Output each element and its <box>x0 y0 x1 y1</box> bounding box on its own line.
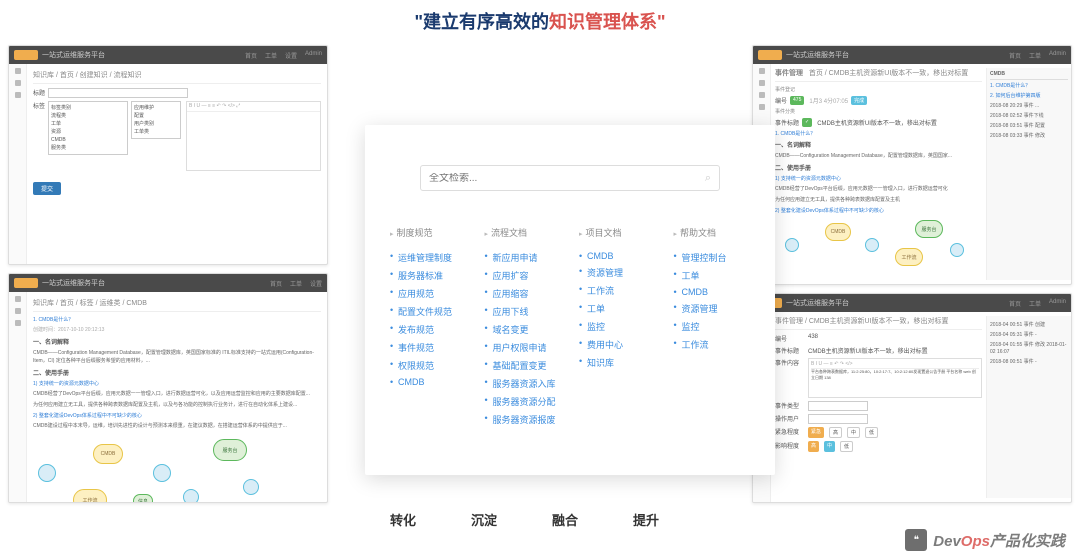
doc-link[interactable]: 服务器标准 <box>398 269 467 282</box>
side-panel: 2018-04 00:51 事件 创建 2018-04 05:31 事件 - 2… <box>986 316 1071 498</box>
doc-link[interactable]: 监控 <box>682 320 751 333</box>
doc-link[interactable]: 工作流 <box>682 338 751 351</box>
doc-link[interactable]: 工单 <box>682 269 751 282</box>
doc-link[interactable]: 新应用申请 <box>493 251 562 264</box>
watermark: ❝ DevOps产品化实践 <box>905 529 1065 551</box>
title-input[interactable] <box>48 88 188 98</box>
doc-link[interactable]: 应用缩容 <box>493 287 562 300</box>
doc-link[interactable]: 监控 <box>587 320 656 333</box>
doc-link[interactable]: 服务器资源报废 <box>493 413 562 426</box>
search-box[interactable]: ⌕ <box>420 165 720 191</box>
doc-link[interactable]: 应用规范 <box>398 287 467 300</box>
doc-link[interactable]: CMDB <box>398 377 467 387</box>
content-editor[interactable]: B I U — ≡ ↶ ↷ </> 平台各种跨表数据库，11:2:25:80，1… <box>808 358 982 398</box>
doc-link[interactable]: 用户权限申请 <box>493 341 562 354</box>
doc-link[interactable]: 资源管理 <box>682 302 751 315</box>
logo-icon <box>758 50 782 60</box>
editor-area[interactable]: B I U — ≡ ≡ ↶ ↷ </> ⤢ <box>186 101 321 171</box>
search-input[interactable] <box>429 173 705 184</box>
doc-link[interactable]: 费用中心 <box>587 338 656 351</box>
doc-link[interactable]: 运维管理制度 <box>398 251 467 264</box>
doc-link[interactable]: 工作流 <box>587 284 656 297</box>
doc-link[interactable]: 应用下线 <box>493 305 562 318</box>
knowledge-portal-card: ⌕ 制度规范运维管理制度服务器标准应用规范配置文件规范发布规范事件规范权限规范 C… <box>365 125 775 475</box>
thumb-event-detail: 一站式运维服务平台 首页工单Admin 事件管理 首页 / CMDB主机资源新U… <box>752 45 1072 285</box>
doc-link[interactable]: 工单 <box>587 302 656 315</box>
breadcrumb: 知识库 / 首页 / 创建知识 / 流程知识 <box>33 70 321 84</box>
submit-button[interactable]: 提交 <box>33 182 61 195</box>
doc-link[interactable]: 配置文件规范 <box>398 305 467 318</box>
doc-link[interactable]: 基础配置变更 <box>493 359 562 372</box>
column-header: 帮助文档 <box>674 226 751 243</box>
doc-link[interactable]: 服务器资源分配 <box>493 395 562 408</box>
doc-link[interactable]: CMDB <box>682 287 751 297</box>
doc-link[interactable]: 事件规范 <box>398 341 467 354</box>
bottom-keywords: 转化 沉淀 融合 提升 <box>390 510 659 529</box>
wechat-icon: ❝ <box>905 529 927 551</box>
doc-link[interactable]: 知识库 <box>587 356 656 369</box>
doc-link[interactable]: 权限规范 <box>398 359 467 372</box>
thumb-knowledge-create: 一站式运维服务平台 首页工单设置Admin 知识库 / 首页 / 创建知识 / … <box>8 45 328 265</box>
workflow-diagram: CMDB 服务台 工作流 信息 <box>33 434 321 503</box>
search-icon[interactable]: ⌕ <box>705 172 711 185</box>
header-part1: "建立有序高效的 <box>414 12 549 32</box>
thumb-knowledge-article: 一站式运维服务平台 首页工单设置 知识库 / 首页 / 标签 / 运维类 / C… <box>8 273 328 503</box>
doc-link[interactable]: CMDB <box>587 251 656 261</box>
doc-link[interactable]: 管理控制台 <box>682 251 751 264</box>
column-header: 流程文档 <box>485 226 562 243</box>
doc-link[interactable]: 应用扩容 <box>493 269 562 282</box>
doc-link[interactable]: 发布规范 <box>398 323 467 336</box>
side-panel: CMDB 1. CMDB是什么？ 2. 如何后台维护第四版 2018-08 20… <box>986 68 1071 280</box>
doc-link[interactable]: 服务器资源入库 <box>493 377 562 390</box>
doc-link[interactable]: 域名变更 <box>493 323 562 336</box>
column-header: 制度规范 <box>390 226 467 243</box>
column-header: 项目文档 <box>579 226 656 243</box>
breadcrumb: 知识库 / 首页 / 标签 / 运维类 / CMDB <box>33 298 321 312</box>
doc-link[interactable]: 资源管理 <box>587 266 656 279</box>
header-part2: 知识管理体系" <box>549 12 666 32</box>
logo-icon <box>14 50 38 60</box>
thumb-event-form: 一站式运维服务平台 首页工单Admin 事件管理 / CMDB主机资源新UI版本… <box>752 293 1072 503</box>
tag-dropdown[interactable]: 标签类别流程类工单资源CMDB服务类 <box>48 101 128 155</box>
logo-icon <box>14 278 38 288</box>
